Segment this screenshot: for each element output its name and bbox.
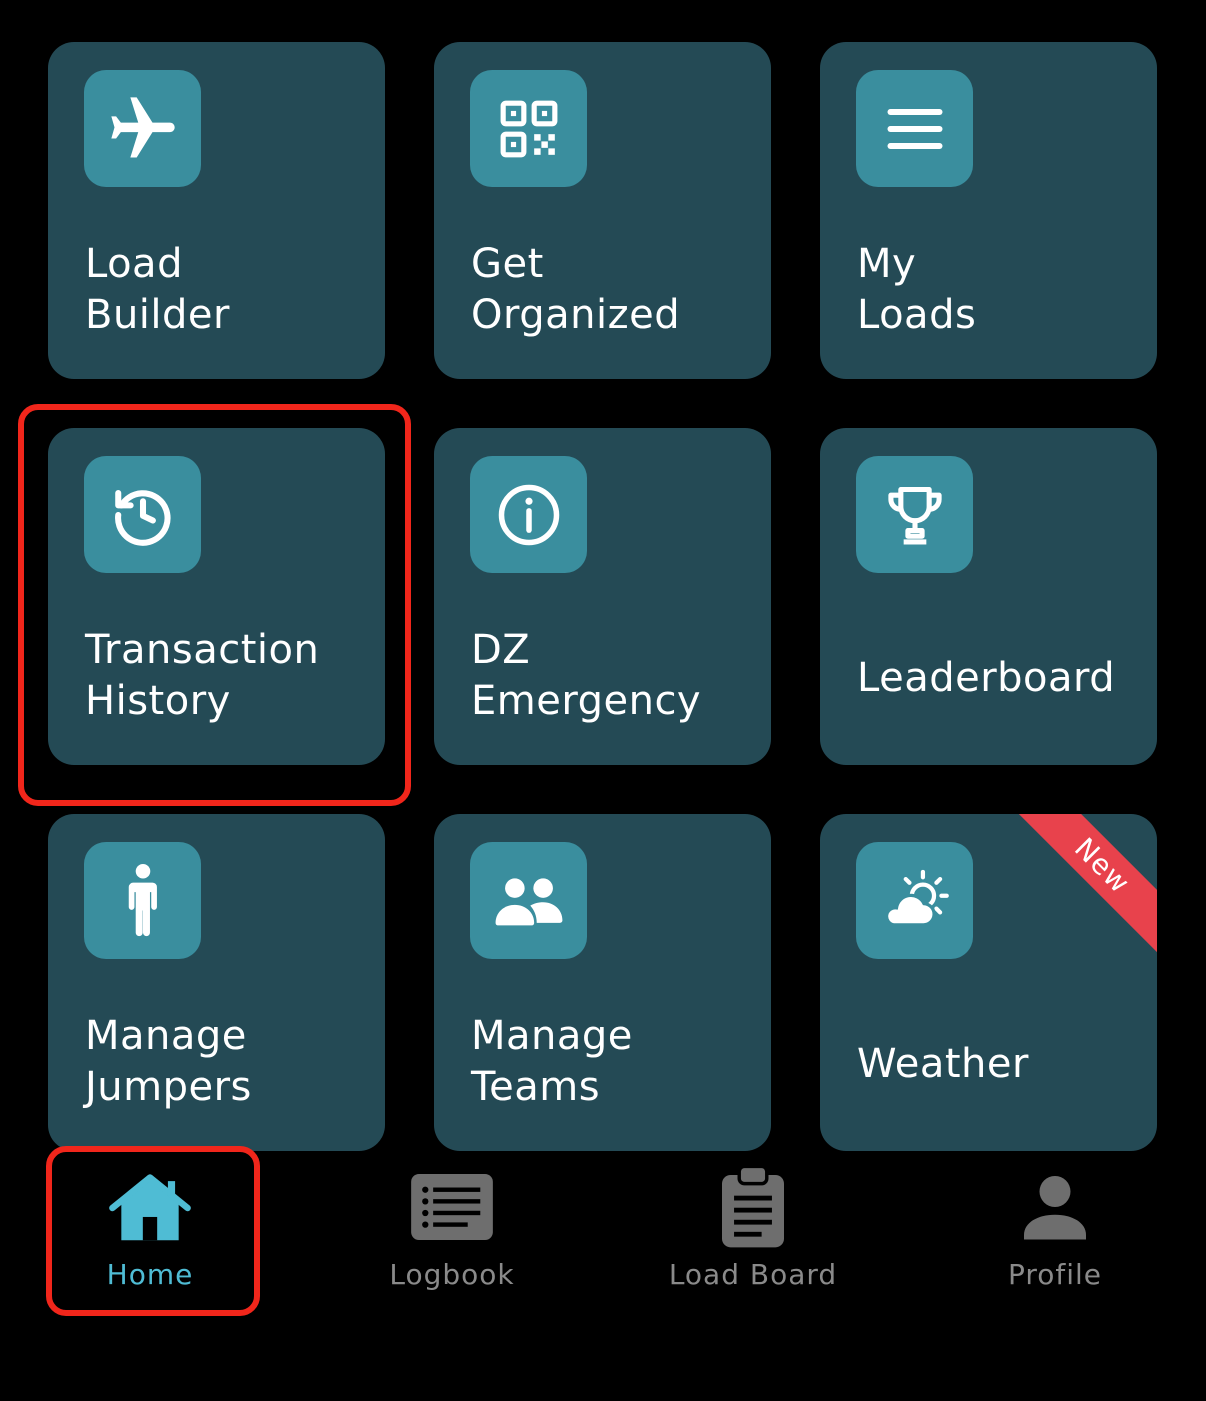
tab-label: Logbook xyxy=(389,1258,515,1291)
history-clock-icon xyxy=(84,456,201,573)
tile-label: Load Builder xyxy=(85,241,230,338)
tile-label: My Loads xyxy=(857,241,977,338)
tab-label: Profile xyxy=(1007,1258,1103,1291)
clipboard-icon xyxy=(722,1164,784,1252)
tile-dz-emergency[interactable]: DZ Emergency xyxy=(434,428,771,765)
tile-label: Manage Jumpers xyxy=(85,1013,252,1110)
tile-label: Get Organized xyxy=(471,241,681,338)
people-icon xyxy=(470,842,587,959)
trophy-icon xyxy=(856,456,973,573)
tab-home[interactable]: Home xyxy=(0,1160,300,1310)
bottom-tab-bar: Home Logbook Load Board Profile xyxy=(0,1146,1206,1320)
tile-load-builder[interactable]: Load Builder xyxy=(48,42,385,379)
tab-profile[interactable]: Profile xyxy=(905,1160,1205,1310)
tile-manage-jumpers[interactable]: Manage Jumpers xyxy=(48,814,385,1151)
tile-label: Manage Teams xyxy=(471,1013,633,1110)
tile-transaction-history[interactable]: Transaction History xyxy=(48,428,385,765)
user-icon xyxy=(1024,1174,1086,1244)
info-circle-icon xyxy=(470,456,587,573)
list-icon xyxy=(411,1174,493,1244)
person-icon xyxy=(84,842,201,959)
tab-label: Load Board xyxy=(668,1258,838,1291)
tile-get-organized[interactable]: Get Organized xyxy=(434,42,771,379)
new-badge-text: New xyxy=(1007,814,1157,963)
tab-load-board[interactable]: Load Board xyxy=(603,1160,903,1310)
tab-label: Home xyxy=(106,1258,194,1291)
menu-lines-icon xyxy=(856,70,973,187)
tile-label: Transaction History xyxy=(85,627,320,724)
tile-weather[interactable]: Weather New xyxy=(820,814,1157,1151)
tile-label: Weather xyxy=(857,1041,1029,1087)
airplane-icon xyxy=(84,70,201,187)
tile-manage-teams[interactable]: Manage Teams xyxy=(434,814,771,1151)
home-icon xyxy=(107,1170,193,1250)
tile-my-loads[interactable]: My Loads xyxy=(820,42,1157,379)
partly-cloudy-icon xyxy=(856,842,973,959)
tab-logbook[interactable]: Logbook xyxy=(302,1160,602,1310)
tile-label: Leaderboard xyxy=(857,655,1116,701)
tile-leaderboard[interactable]: Leaderboard xyxy=(820,428,1157,765)
new-badge: New xyxy=(1007,814,1157,964)
qr-code-icon xyxy=(470,70,587,187)
tile-label: DZ Emergency xyxy=(471,627,702,724)
